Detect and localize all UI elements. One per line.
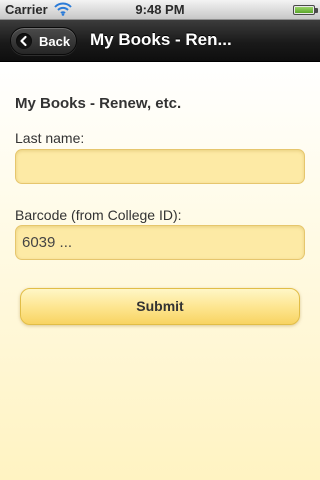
chevron-left-icon [16,33,32,49]
battery-icon [293,5,318,15]
barcode-label: Barcode (from College ID): [15,207,182,223]
last-name-label: Last name: [15,130,85,146]
submit-button[interactable]: Submit [20,288,300,325]
back-button[interactable]: Back [10,27,77,55]
status-bar: Carrier 9:48 PM [0,0,320,20]
status-time: 9:48 PM [135,2,185,17]
navigation-bar: Back My Books - Ren... [0,20,320,62]
last-name-input[interactable] [15,149,305,184]
main-content: My Books - Renew, etc. Last name: Barcod… [0,63,320,480]
form-heading: My Books - Renew, etc. [15,95,182,112]
barcode-input[interactable] [15,225,305,260]
page-title: My Books - Ren... [90,30,232,49]
back-button-label: Back [39,34,71,49]
